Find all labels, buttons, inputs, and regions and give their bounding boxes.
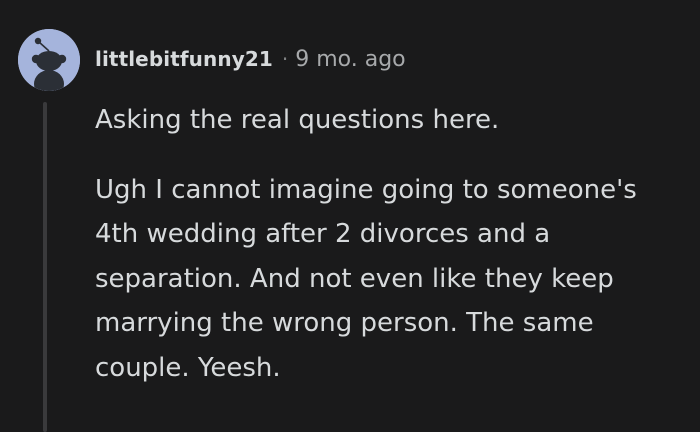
comment-paragraph: Asking the real questions here. (95, 105, 500, 135)
comment-meta: littlebitfunny21 · 9 mo. ago (95, 43, 406, 75)
comment-body: Asking the real questions here. Ugh I ca… (95, 98, 685, 415)
snoo-avatar-icon (18, 29, 80, 91)
comment-paragraph: Ugh I cannot imagine going to someone's … (95, 174, 637, 383)
username-link[interactable]: littlebitfunny21 (95, 47, 273, 71)
avatar[interactable] (18, 29, 80, 91)
meta-separator: · (281, 47, 289, 71)
timestamp[interactable]: 9 mo. ago (295, 47, 405, 72)
thread-collapse-line[interactable] (43, 102, 47, 432)
comment: littlebitfunny21 · 9 mo. ago Asking the … (0, 0, 700, 432)
